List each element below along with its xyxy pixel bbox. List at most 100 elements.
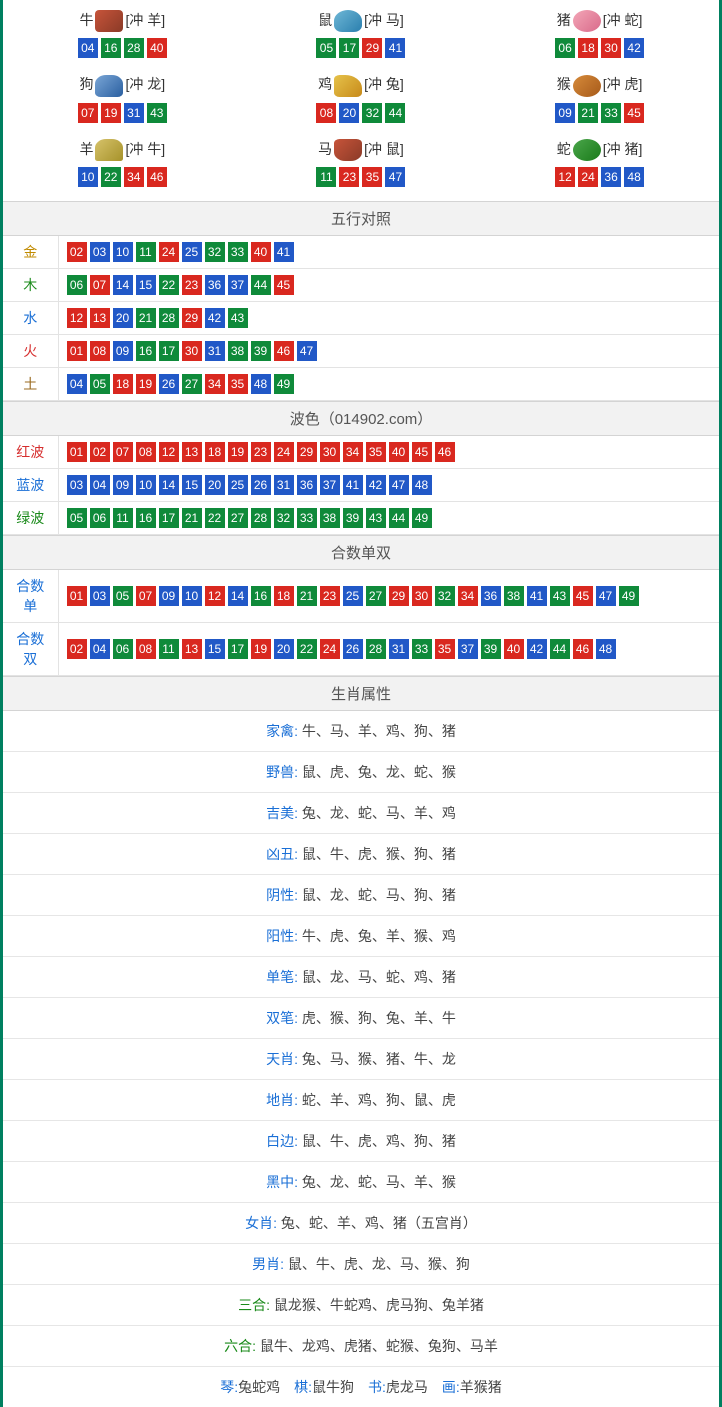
- number-chip: 13: [90, 308, 110, 328]
- attr-key: 双笔:: [266, 1010, 302, 1026]
- number-chip: 27: [182, 374, 202, 394]
- number-chip: 28: [124, 38, 144, 58]
- row-label: 合数双: [3, 622, 58, 675]
- number-chip: 18: [113, 374, 133, 394]
- number-chip: 31: [274, 475, 294, 495]
- number-chip: 22: [159, 275, 179, 295]
- row-nums: 06071415222336374445: [58, 268, 719, 301]
- attr-row: 白边: 鼠、牛、虎、鸡、狗、猪: [3, 1121, 719, 1162]
- number-chip: 07: [113, 442, 133, 462]
- number-chip: 02: [67, 639, 87, 659]
- number-chip: 38: [228, 341, 248, 361]
- number-chip: 04: [90, 475, 110, 495]
- number-chip: 41: [385, 38, 405, 58]
- zodiac-name: 马: [318, 141, 332, 157]
- number-chip: 13: [182, 639, 202, 659]
- number-chip: 32: [435, 586, 455, 606]
- number-chip: 21: [136, 308, 156, 328]
- zodiac-cell: 羊[冲 牛]10223446: [3, 133, 242, 197]
- number-chip: 41: [343, 475, 363, 495]
- bose-table: 红波0102070812131819232429303435404546蓝波03…: [3, 436, 719, 535]
- zodiac-clash: [冲 马]: [364, 12, 404, 28]
- number-chip: 08: [316, 103, 336, 123]
- number-chip: 22: [205, 508, 225, 528]
- number-chip: 09: [113, 341, 133, 361]
- number-chip: 10: [78, 167, 98, 187]
- zodiac-cell: 马[冲 鼠]11233547: [242, 133, 481, 197]
- zodiac-icon: [95, 75, 123, 97]
- number-chip: 29: [389, 586, 409, 606]
- row-label: 绿波: [3, 501, 58, 534]
- attr-value: 兔、蛇、羊、鸡、猪（五宫肖）: [281, 1215, 477, 1231]
- number-chip: 37: [320, 475, 340, 495]
- zodiac-num-row: 06183042: [480, 38, 719, 58]
- zodiac-icon: [573, 139, 601, 161]
- attr-row: 双笔: 虎、猴、狗、兔、羊、牛: [3, 998, 719, 1039]
- number-chip: 06: [113, 639, 133, 659]
- number-chip: 29: [362, 38, 382, 58]
- row-nums: 1213202128294243: [58, 301, 719, 334]
- attr-row: 男肖: 鼠、牛、虎、龙、马、猴、狗: [3, 1244, 719, 1285]
- number-chip: 12: [67, 308, 87, 328]
- number-chip: 11: [136, 242, 156, 262]
- zodiac-cell: 牛[冲 羊]04162840: [3, 4, 242, 68]
- table-row: 绿波05061116172122272832333839434449: [3, 501, 719, 534]
- number-chip: 04: [78, 38, 98, 58]
- attr-row: 阴性: 鼠、龙、蛇、马、狗、猪: [3, 875, 719, 916]
- number-chip: 09: [113, 475, 133, 495]
- number-chip: 10: [136, 475, 156, 495]
- number-chip: 05: [316, 38, 336, 58]
- attr-key: 白边:: [266, 1133, 302, 1149]
- number-chip: 35: [362, 167, 382, 187]
- zodiac-num-row: 09213345: [480, 103, 719, 123]
- attr-row: 三合: 鼠龙猴、牛蛇鸡、虎马狗、兔羊猪: [3, 1285, 719, 1326]
- row-nums: 0108091617303138394647: [58, 334, 719, 367]
- table-row: 合数单0103050709101214161821232527293032343…: [3, 570, 719, 623]
- number-chip: 45: [573, 586, 593, 606]
- zodiac-cell: 猪[冲 蛇]06183042: [480, 4, 719, 68]
- number-chip: 07: [78, 103, 98, 123]
- zodiac-clash: [冲 羊]: [125, 12, 165, 28]
- number-chip: 44: [389, 508, 409, 528]
- number-chip: 07: [90, 275, 110, 295]
- number-chip: 47: [389, 475, 409, 495]
- zodiac-clash: [冲 兔]: [364, 76, 404, 92]
- number-chip: 33: [228, 242, 248, 262]
- table-row: 火0108091617303138394647: [3, 334, 719, 367]
- footer-value: 羊猴猪: [460, 1379, 502, 1395]
- zodiac-num-row: 10223446: [3, 167, 242, 187]
- zodiac-cell: 猴[冲 虎]09213345: [480, 68, 719, 132]
- number-chip: 43: [550, 586, 570, 606]
- number-chip: 27: [366, 586, 386, 606]
- zodiac-clash: [冲 猪]: [603, 141, 643, 157]
- number-chip: 35: [366, 442, 386, 462]
- zodiac-clash: [冲 龙]: [125, 76, 165, 92]
- number-chip: 01: [67, 586, 87, 606]
- number-chip: 28: [159, 308, 179, 328]
- zodiac-name: 鸡: [318, 76, 332, 92]
- attr-value: 鼠、龙、蛇、马、狗、猪: [302, 887, 456, 903]
- zodiac-name: 猴: [557, 76, 571, 92]
- number-chip: 05: [67, 508, 87, 528]
- number-chip: 18: [274, 586, 294, 606]
- number-chip: 39: [251, 341, 271, 361]
- number-chip: 20: [205, 475, 225, 495]
- number-chip: 49: [274, 374, 294, 394]
- row-nums: 0102070812131819232429303435404546: [58, 436, 719, 469]
- attr-key: 单笔:: [266, 969, 302, 985]
- number-chip: 14: [113, 275, 133, 295]
- number-chip: 17: [159, 508, 179, 528]
- row-label: 火: [3, 334, 58, 367]
- number-chip: 33: [412, 639, 432, 659]
- number-chip: 44: [550, 639, 570, 659]
- number-chip: 44: [251, 275, 271, 295]
- footer-value: 虎龙马: [386, 1379, 428, 1395]
- attr-row: 吉美: 兔、龙、蛇、马、羊、鸡: [3, 793, 719, 834]
- number-chip: 46: [274, 341, 294, 361]
- attr-value: 兔、龙、蛇、马、羊、猴: [302, 1174, 456, 1190]
- number-chip: 48: [251, 374, 271, 394]
- zodiac-cell: 狗[冲 龙]07193143: [3, 68, 242, 132]
- number-chip: 16: [136, 341, 156, 361]
- number-chip: 10: [113, 242, 133, 262]
- row-nums: 0204060811131517192022242628313335373940…: [58, 622, 719, 675]
